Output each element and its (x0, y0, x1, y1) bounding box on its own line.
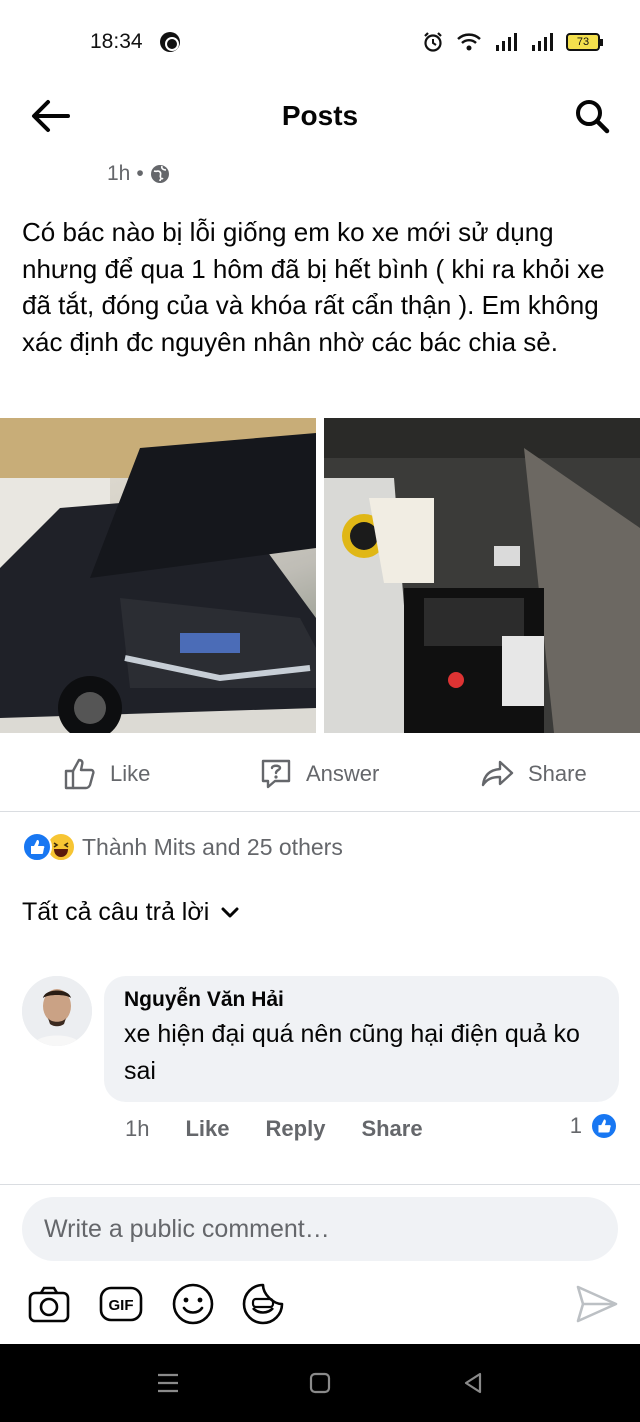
comment-reactions[interactable]: 1 (570, 1112, 618, 1140)
share-label: Share (528, 761, 587, 786)
status-icons: 73 (422, 30, 603, 54)
engine-photo-illustration (324, 418, 640, 733)
search-icon[interactable] (572, 96, 612, 136)
separator-dot: • (136, 162, 144, 185)
comment-filter-dropdown[interactable]: Tất cả câu trả lời (22, 898, 239, 927)
signal-icon (496, 33, 517, 51)
alarm-icon (424, 32, 442, 52)
menu-icon[interactable] (155, 1370, 181, 1396)
like-icon (590, 1112, 618, 1140)
do-not-disturb-icon (160, 32, 180, 52)
thumbs-up-icon (64, 758, 95, 790)
wifi-icon (457, 33, 481, 51)
system-navigation-bar (0, 1344, 640, 1422)
reactions-summary[interactable]: Thành Mits and 25 others (22, 832, 343, 862)
post-text: Có bác nào bị lỗi giống em ko xe mới sử … (22, 217, 605, 357)
globe-icon (150, 165, 169, 183)
answer-label: Answer (306, 761, 380, 786)
divider (0, 811, 640, 812)
signal-icon (532, 33, 553, 51)
like-button[interactable]: Like (62, 745, 150, 803)
comment-reply-button[interactable]: Reply (266, 1116, 326, 1142)
comment-text: xe hiện đại quá nên cũng hại điện quả ko… (124, 1020, 580, 1085)
car-photo-illustration (0, 418, 316, 733)
gif-icon[interactable]: GIF (98, 1281, 144, 1327)
comment-reaction-count: 1 (569, 1113, 582, 1138)
like-label: Like (110, 761, 151, 786)
comment-like-button[interactable]: Like (185, 1116, 229, 1142)
post-meta: 1h • (107, 162, 170, 186)
reactions-text: Thành Mits and 25 others (82, 833, 343, 860)
comment-share-button[interactable]: Share (361, 1116, 422, 1142)
question-bubble-icon (261, 759, 291, 789)
sticker-icon[interactable] (240, 1281, 286, 1327)
comment-actions: 1h Like Reply Share (125, 1116, 423, 1142)
avatar[interactable] (22, 976, 92, 1046)
post-photo-engine-bay[interactable] (324, 418, 640, 733)
comment-composer: GIF (0, 1184, 640, 1344)
filter-label: Tất cả câu trả lời (22, 898, 210, 926)
emoji-icon[interactable] (170, 1281, 216, 1327)
answer-button[interactable]: Answer (258, 745, 379, 803)
comment-bubble[interactable]: Nguyễn Văn Hải xe hiện đại quá nên cũng … (104, 976, 619, 1102)
post-actions: Like Answer Share (0, 745, 640, 803)
comment-author[interactable]: Nguyễn Văn Hải (124, 988, 599, 1012)
comment-time: 1h (125, 1116, 150, 1141)
back-triangle-icon[interactable] (460, 1370, 486, 1396)
page-title: Posts (281, 100, 359, 131)
status-bar: 18:34 73 (0, 0, 640, 84)
like-icon (22, 832, 52, 862)
comment-input[interactable] (22, 1197, 618, 1261)
battery-indicator: 73 (566, 33, 603, 51)
share-arrow-icon (481, 760, 514, 787)
nav-bar: Posts (0, 84, 640, 148)
status-time: 18:34 (90, 30, 143, 53)
post-age: 1h (107, 162, 131, 185)
camera-icon[interactable] (26, 1281, 72, 1327)
share-button[interactable]: Share (480, 745, 587, 803)
svg-text:GIF: GIF (109, 1297, 134, 1314)
home-icon[interactable] (307, 1370, 333, 1396)
post-photo-car[interactable] (0, 418, 316, 733)
send-icon[interactable] (574, 1281, 620, 1327)
chevron-down-icon (221, 907, 239, 917)
